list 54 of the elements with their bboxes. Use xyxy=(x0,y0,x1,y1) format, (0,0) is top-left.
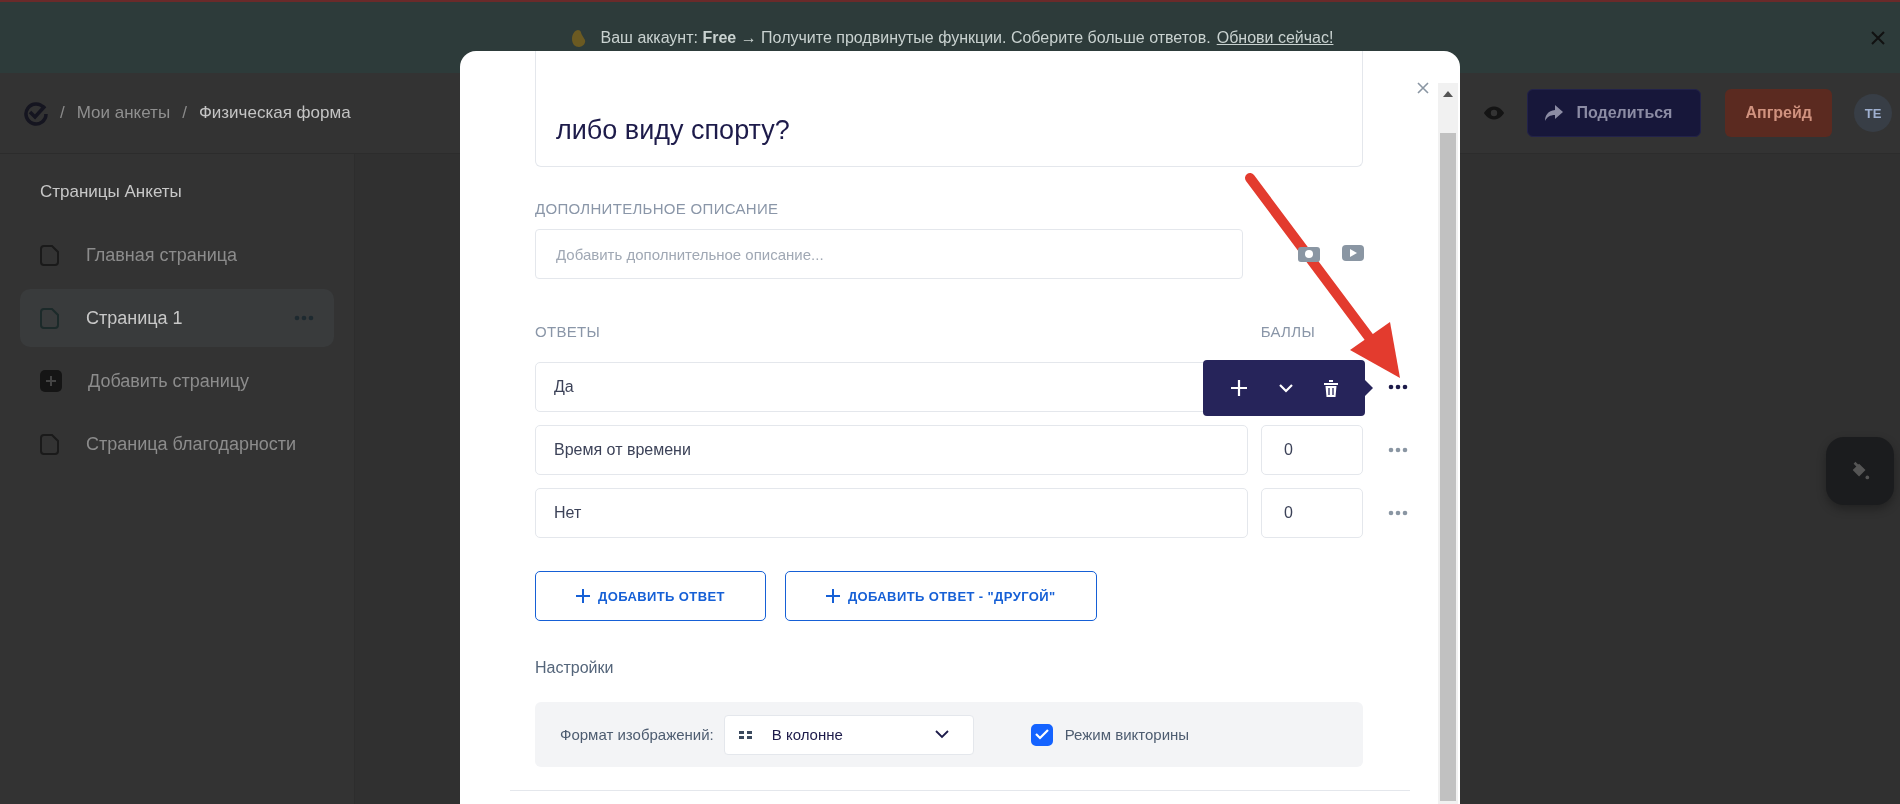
video-icon xyxy=(1341,244,1365,262)
scrollbar[interactable] xyxy=(1438,83,1458,804)
paint-button[interactable] xyxy=(1826,437,1894,505)
setting-label: Формат изображений: xyxy=(560,726,714,743)
upgrade-link[interactable]: Обнови сейчас! xyxy=(1216,28,1334,47)
close-icon[interactable] xyxy=(1417,82,1429,94)
answer-field[interactable]: Нет xyxy=(535,488,1248,538)
scrollbar-thumb[interactable] xyxy=(1440,133,1456,801)
chevron-down-icon[interactable] xyxy=(1278,383,1294,393)
description-field[interactable]: Добавить дополнительное описание... xyxy=(535,229,1243,279)
breadcrumb-separator: / xyxy=(182,103,187,123)
column-label: ОТВЕТЫ xyxy=(535,323,601,340)
more-icon[interactable] xyxy=(1388,384,1408,390)
plus-icon[interactable] xyxy=(1230,379,1248,397)
sidebar-item[interactable]: Страница благодарности xyxy=(20,415,334,473)
banner-message: Ваш аккаунт: Free → Получите продвинутые функции. Соберите больше ответов. xyxy=(600,28,1211,47)
check-icon xyxy=(1034,729,1049,740)
image-icon xyxy=(1297,244,1321,264)
share-arrow-icon xyxy=(1544,104,1565,122)
more-icon xyxy=(294,315,314,321)
page-icon xyxy=(40,433,60,455)
sidebar-item[interactable]: Добавить страницу xyxy=(20,352,334,410)
add-answer-button[interactable]: ДОБАВИТЬ ОТВЕТ xyxy=(535,571,766,621)
trash-icon[interactable] xyxy=(1324,379,1338,397)
plus-icon xyxy=(825,589,840,603)
close-icon[interactable] xyxy=(1870,30,1886,46)
user-avatar[interactable]: TE xyxy=(1854,94,1892,132)
sidebar-item[interactable]: Главная страница xyxy=(20,226,334,284)
columns-icon xyxy=(738,730,752,739)
points-field[interactable]: 0 xyxy=(1261,425,1363,475)
page-icon xyxy=(40,307,60,329)
breadcrumb-separator: / xyxy=(60,103,65,123)
upgrade-button[interactable]: Апгрейд xyxy=(1725,89,1832,137)
column-label: БАЛЛЫ xyxy=(1260,323,1315,340)
sidebar-item[interactable]: Страница 1 xyxy=(20,289,334,347)
chevron-down-icon xyxy=(934,730,949,739)
breadcrumb-link[interactable]: Физическая форма xyxy=(198,103,351,123)
field-label: ДОПОЛНИТЕЛЬНОЕ ОПИСАНИЕ xyxy=(535,200,780,217)
logo-icon xyxy=(22,100,48,126)
quiz-checkbox[interactable] xyxy=(1030,723,1053,746)
answer-field[interactable]: Время от времени xyxy=(535,425,1248,475)
sidebar-title: Страницы Анкеты xyxy=(39,181,183,203)
checkbox-label: Режим викторины xyxy=(1064,726,1190,743)
points-field[interactable]: 0 xyxy=(1261,488,1363,538)
scroll-up-icon xyxy=(1443,91,1453,97)
format-dropdown[interactable]: В колонне xyxy=(723,714,974,755)
page-icon xyxy=(40,244,60,266)
plus-icon xyxy=(40,370,62,392)
question-field[interactable]: либо виду спорту? xyxy=(535,51,1363,167)
plus-icon xyxy=(576,589,590,603)
breadcrumb-link[interactable]: Мои анкеты xyxy=(76,103,171,123)
add-answer-button[interactable]: ДОБАВИТЬ ОТВЕТ - "ДРУГОЙ" xyxy=(784,571,1097,621)
share-button[interactable]: Поделиться xyxy=(1527,89,1702,137)
section-title: Настройки xyxy=(535,659,615,677)
